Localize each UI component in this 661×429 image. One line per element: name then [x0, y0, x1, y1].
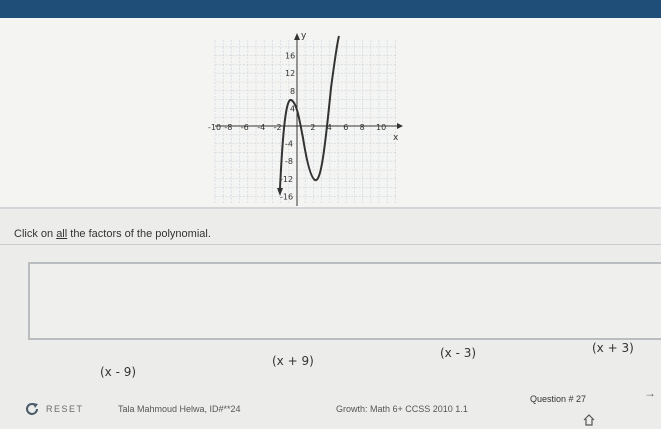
choice-x-minus-9[interactable]: (x - 9)	[96, 363, 140, 381]
x-tick-label: -6	[241, 123, 249, 132]
reset-icon	[26, 403, 38, 415]
question-prompt: Click on all the factors of the polynomi…	[14, 228, 211, 240]
x-axis-arrow	[397, 123, 403, 129]
arrow-right-icon[interactable]: →	[644, 386, 656, 400]
home-icon[interactable]	[583, 414, 595, 426]
choice-x-plus-3[interactable]: (x + 3)	[588, 339, 638, 357]
reset-label: RESET	[46, 404, 84, 414]
prompt-text-before: Click on	[14, 228, 57, 240]
x-tick-label: 6	[343, 123, 348, 132]
choice-x-minus-3[interactable]: (x - 3)	[436, 344, 480, 362]
y-tick-label: 12	[285, 69, 295, 78]
x-tick-label: 2	[310, 123, 315, 132]
x-tick-label: -2	[274, 123, 282, 132]
student-name: Tala Mahmoud Helwa, ID#**24	[118, 404, 241, 414]
y-axis-arrow	[294, 33, 300, 40]
y-tick-label: 8	[290, 87, 295, 96]
top-bar	[0, 0, 661, 18]
prompt-highlight: all	[56, 228, 68, 240]
y-tick-label: -16	[280, 192, 293, 201]
x-tick-label: -8	[224, 123, 232, 132]
y-tick-label: 16	[285, 52, 295, 61]
polynomial-graph: y x -10 -8 -6 -4 -2 2 4 6 8 10 16 12 8 4 -4 -8 -12 -16	[205, 28, 405, 208]
y-tick-label: -12	[280, 175, 293, 184]
growth-standard: Growth: Math 6+ CCSS 2010 1.1	[336, 404, 468, 414]
y-axis-label: y	[301, 31, 307, 41]
x-tick-label: -10	[208, 123, 221, 132]
graph-svg: y x -10 -8 -6 -4 -2 2 4 6 8 10 161284-4-8-12-16	[208, 31, 403, 206]
x-tick-label: 8	[360, 123, 365, 132]
answer-area-rule	[0, 244, 661, 245]
footer: RESET Tala Mahmoud Helwa, ID#**24 Growth…	[0, 386, 661, 429]
choice-x-plus-9[interactable]: (x + 9)	[268, 352, 318, 370]
x-axis-label: x	[393, 133, 399, 143]
y-tick-label: -8	[285, 157, 293, 166]
reset-button[interactable]: RESET	[24, 402, 84, 416]
answer-drop-area[interactable]	[28, 262, 661, 340]
y-tick-label: -4	[285, 140, 293, 149]
divider	[0, 207, 661, 209]
x-tick-label: 10	[376, 123, 386, 132]
x-tick-label: -4	[257, 123, 265, 132]
prompt-text-after: the factors of the polynomial.	[67, 228, 211, 240]
question-number: Question # 27	[530, 394, 587, 404]
